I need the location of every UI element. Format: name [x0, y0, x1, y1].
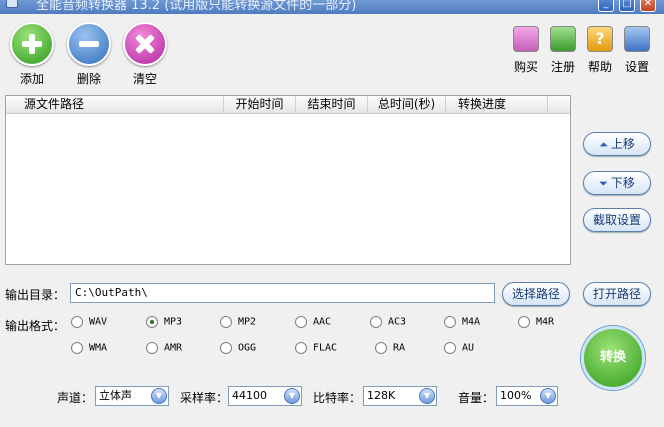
remove-label: 删除	[76, 72, 101, 86]
radio-dot	[370, 316, 382, 328]
radio-dot	[71, 316, 83, 328]
buy-button[interactable]: 购买	[509, 26, 543, 75]
format-radio-mp3[interactable]: MP3	[146, 316, 182, 328]
buy-label: 购买	[513, 60, 538, 74]
close-button[interactable]: ✕	[640, 0, 656, 12]
sample-rate-value: 44100	[232, 389, 267, 402]
spin-icon[interactable]: ▼	[151, 388, 167, 404]
format-radio-wma[interactable]: WMA	[71, 342, 107, 354]
key-icon	[550, 26, 576, 52]
bitrate-value: 128K	[367, 389, 396, 402]
format-radio-ac3[interactable]: AC3	[370, 316, 406, 328]
choose-path-label: 选择路径	[511, 287, 560, 301]
format-radio-m4r[interactable]: M4R	[518, 316, 554, 328]
move-up-label: 上移	[610, 137, 635, 151]
output-format-label: 输出格式：	[5, 319, 66, 333]
spin-icon[interactable]: ▼	[284, 388, 300, 404]
spin-icon[interactable]: ▼	[419, 388, 435, 404]
title-bar: 全能音频转换器 13.2 (试用版只能转换源文件的一部分) _ □ ✕	[0, 0, 664, 14]
maximize-button[interactable]: □	[619, 0, 635, 12]
format-radio-flac[interactable]: FLAC	[295, 342, 337, 354]
output-dir-label: 输出目录：	[5, 288, 66, 302]
double-down-icon: ⏷	[599, 177, 608, 190]
channel-label: 声道：	[57, 391, 94, 405]
format-radio-m4a[interactable]: M4A	[444, 316, 480, 328]
output-dir-input[interactable]: C:\OutPath\	[70, 283, 495, 303]
radio-dot	[518, 316, 530, 328]
column-total-time[interactable]: 总时间(秒)	[368, 96, 446, 114]
convert-label: 转换	[599, 350, 626, 365]
register-label: 注册	[550, 60, 575, 74]
volume-select[interactable]: 100% ▼	[496, 386, 558, 406]
format-radio-mp2[interactable]: MP2	[220, 316, 256, 328]
radio-dot	[444, 316, 456, 328]
format-radio-wav[interactable]: WAV	[71, 316, 107, 328]
channel-select[interactable]: 立体声 ▼	[95, 386, 169, 406]
move-down-label: 下移	[610, 176, 635, 190]
help-label: 帮助	[587, 60, 612, 74]
column-end-time[interactable]: 结束时间	[296, 96, 368, 114]
clear-label: 清空	[132, 72, 157, 86]
settings-button[interactable]: 设置	[620, 26, 654, 75]
format-radio-ra[interactable]: RA	[375, 342, 405, 354]
register-button[interactable]: 注册	[546, 26, 580, 75]
move-up-button[interactable]: ⏶ 上移	[583, 132, 651, 156]
double-up-icon: ⏶	[599, 138, 608, 151]
clip-settings-button[interactable]: 截取设置	[583, 208, 651, 232]
radio-dot	[375, 342, 387, 354]
add-button[interactable]: 添加	[9, 22, 55, 87]
radio-dot	[220, 316, 232, 328]
plus-icon	[10, 22, 54, 66]
volume-value: 100%	[500, 389, 532, 402]
add-label: 添加	[19, 72, 44, 86]
file-list[interactable]: 源文件路径 开始时间 结束时间 总时间(秒) 转换进度	[5, 95, 571, 265]
radio-dot	[444, 342, 456, 354]
sample-rate-label: 采样率：	[180, 391, 229, 405]
choose-path-button[interactable]: 选择路径	[502, 282, 570, 306]
format-radio-au[interactable]: AU	[444, 342, 474, 354]
settings-label: 设置	[624, 60, 649, 74]
minus-icon	[67, 22, 111, 66]
help-button[interactable]: ? 帮助	[583, 26, 617, 75]
radio-dot	[295, 316, 307, 328]
column-source-path[interactable]: 源文件路径	[6, 96, 224, 114]
open-path-label: 打开路径	[592, 287, 641, 301]
spin-icon[interactable]: ▼	[540, 388, 556, 404]
x-icon	[123, 22, 167, 66]
cart-icon	[513, 26, 539, 52]
column-progress[interactable]: 转换进度	[446, 96, 548, 114]
file-list-header: 源文件路径 开始时间 结束时间 总时间(秒) 转换进度	[6, 96, 570, 114]
app-icon	[6, 0, 18, 8]
radio-dot	[146, 342, 158, 354]
sample-rate-select[interactable]: 44100 ▼	[228, 386, 302, 406]
channel-value: 立体声	[99, 389, 132, 402]
open-path-button[interactable]: 打开路径	[583, 282, 651, 306]
radio-dot-selected	[146, 316, 158, 328]
clip-settings-label: 截取设置	[592, 213, 641, 227]
volume-label: 音量：	[458, 391, 495, 405]
column-start-time[interactable]: 开始时间	[224, 96, 296, 114]
question-icon: ?	[587, 26, 613, 52]
radio-dot	[295, 342, 307, 354]
remove-button[interactable]: 删除	[66, 22, 112, 87]
bitrate-select[interactable]: 128K ▼	[363, 386, 437, 406]
radio-dot	[220, 342, 232, 354]
format-radio-amr[interactable]: AMR	[146, 342, 182, 354]
move-down-button[interactable]: ⏷ 下移	[583, 171, 651, 195]
tools-icon	[624, 26, 650, 52]
bitrate-label: 比特率：	[313, 391, 362, 405]
window-title: 全能音频转换器 13.2 (试用版只能转换源文件的一部分)	[36, 0, 357, 13]
radio-dot	[71, 342, 83, 354]
convert-button[interactable]: 转换	[581, 326, 645, 390]
format-radio-ogg[interactable]: OGG	[220, 342, 256, 354]
format-radio-aac[interactable]: AAC	[295, 316, 331, 328]
minimize-button[interactable]: _	[598, 0, 614, 12]
clear-button[interactable]: 清空	[122, 22, 168, 87]
